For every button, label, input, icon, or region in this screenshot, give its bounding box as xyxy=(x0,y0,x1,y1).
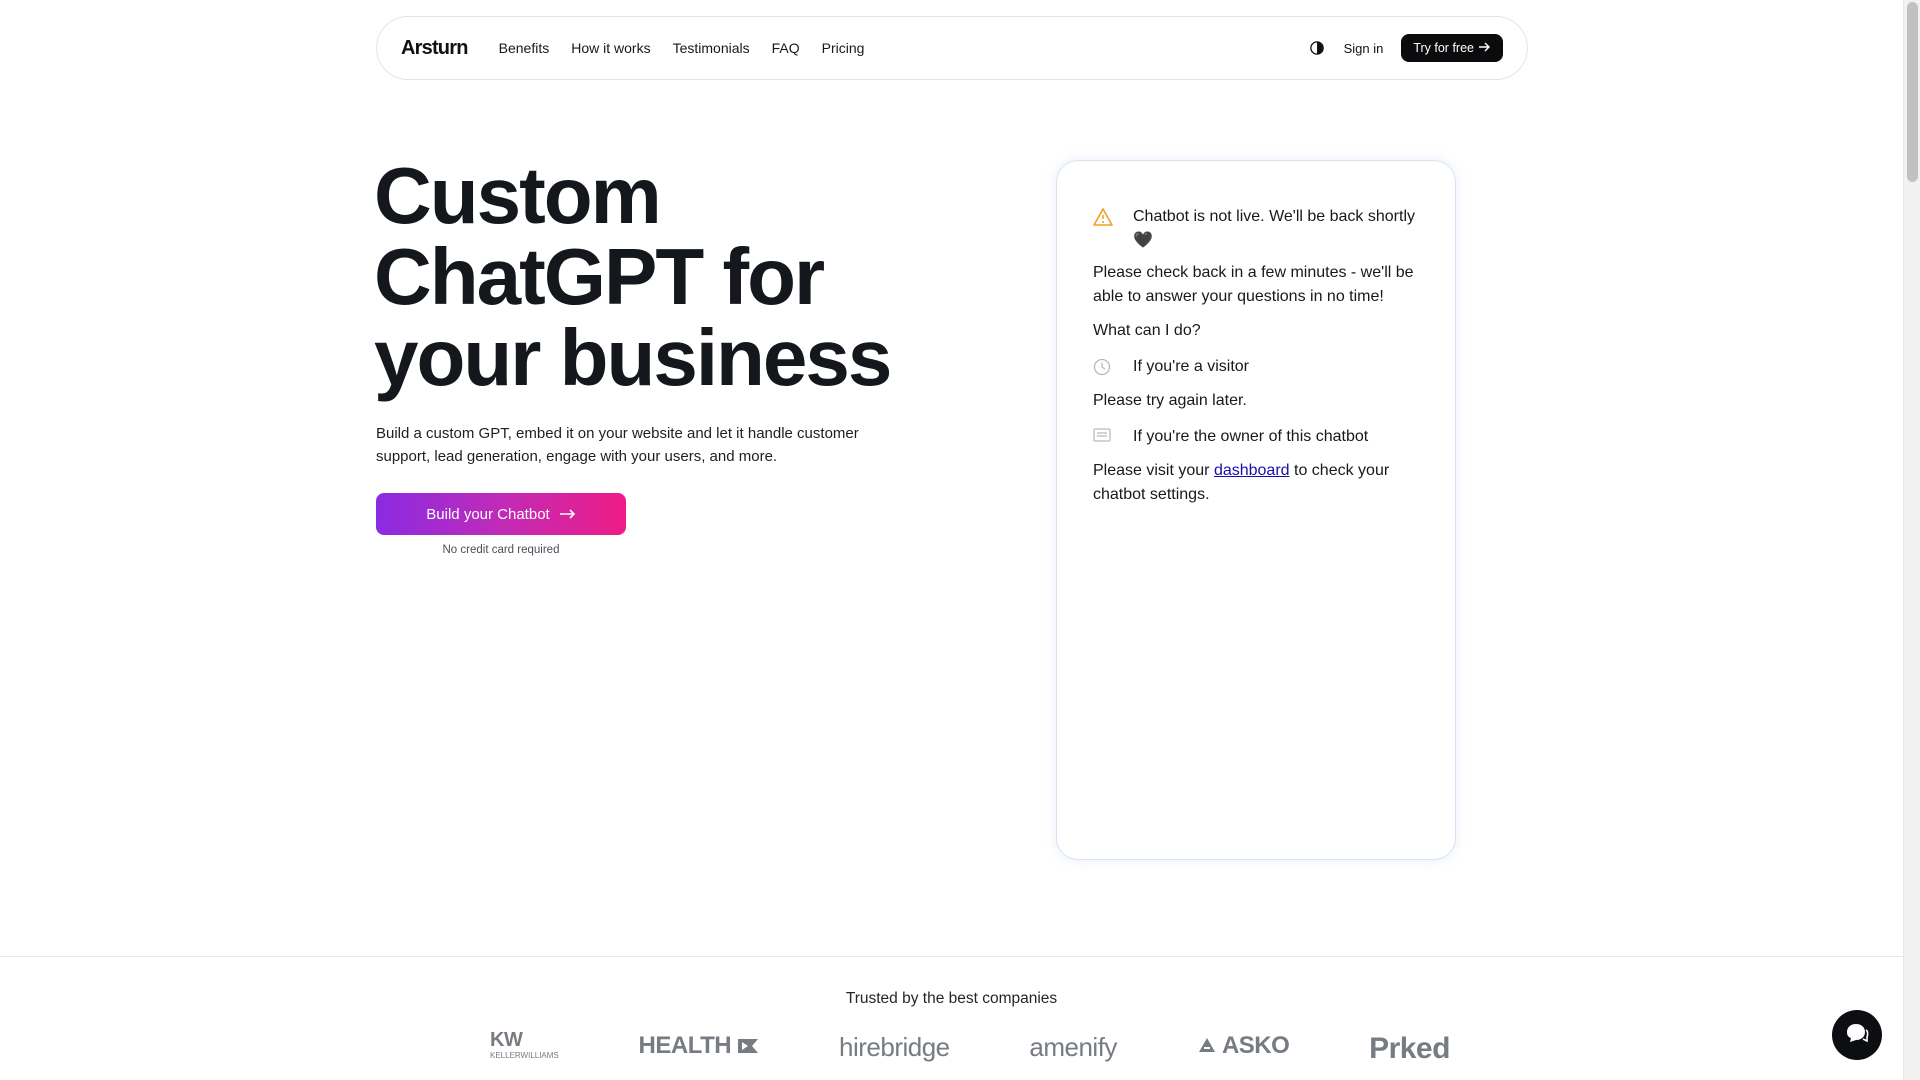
clock-icon xyxy=(1093,355,1123,376)
trusted-label: Trusted by the best companies xyxy=(845,990,1058,1007)
prked-logo: Prked xyxy=(1369,1032,1450,1065)
build-chatbot-button[interactable]: Build your Chatbot xyxy=(376,493,626,535)
chatbot-owner-heading: If you're the owner of this chatbot xyxy=(1133,428,1369,445)
nav-actions: Sign in Try for free xyxy=(1308,34,1503,62)
nav-link-how-it-works[interactable]: How it works xyxy=(560,40,661,56)
chatbot-warning-row: Chatbot is not live. We'll be back short… xyxy=(1093,205,1421,253)
chat-launcher-button[interactable] xyxy=(1832,1010,1882,1060)
chatbot-owner-text-before: Please visit your xyxy=(1093,462,1214,479)
chatbot-visitor-heading: If you're a visitor xyxy=(1133,358,1249,375)
health-logo: HEALTH xyxy=(639,1032,760,1060)
build-chatbot-label: Build your Chatbot xyxy=(426,505,550,523)
hero-title-line-3: your business xyxy=(374,313,892,402)
try-for-free-button[interactable]: Try for free xyxy=(1401,34,1503,62)
chatbot-owner-text: Please visit your dashboard to check you… xyxy=(1093,459,1421,507)
chatbot-widget: Chatbot is not live. We'll be back short… xyxy=(1056,160,1456,860)
sign-in-link[interactable]: Sign in xyxy=(1344,41,1384,56)
chatbot-warning-text: Chatbot is not live. We'll be back short… xyxy=(1133,208,1415,249)
try-for-free-label: Try for free xyxy=(1413,41,1474,55)
hero-title: Custom ChatGPT for your business xyxy=(374,155,974,398)
arrow-right-icon xyxy=(1479,41,1491,55)
nav-link-benefits[interactable]: Benefits xyxy=(488,40,561,56)
nav-link-faq[interactable]: FAQ xyxy=(761,40,811,56)
company-logos: KW KELLERWILLIAMS HEALTH hirebridge amen… xyxy=(490,1032,1450,1080)
nav-link-testimonials[interactable]: Testimonials xyxy=(662,40,761,56)
dashboard-link[interactable]: dashboard xyxy=(1214,462,1290,479)
chat-bubbles-icon xyxy=(1845,1022,1869,1049)
chatbot-what-can-i-do: What can I do? xyxy=(1093,322,1201,339)
scrollbar-thumb[interactable] xyxy=(1907,2,1918,182)
amenify-logo: amenify xyxy=(1029,1032,1117,1062)
half-moon-icon[interactable] xyxy=(1308,39,1326,57)
no-credit-card-note: No credit card required xyxy=(442,544,560,556)
hero-title-line-2: ChatGPT for xyxy=(374,232,825,321)
chatbot-visitor-text: Please try again later. xyxy=(1093,392,1247,409)
section-divider xyxy=(0,956,1903,957)
arsturn-logo[interactable]: Arsturn xyxy=(401,37,468,60)
chatbot-check-back-text: Please check back in a few minutes - we'… xyxy=(1093,264,1414,305)
page-scrollbar[interactable] xyxy=(1903,0,1920,1080)
nav-links: Benefits How it works Testimonials FAQ P… xyxy=(488,40,876,56)
top-nav: Arsturn Benefits How it works Testimonia… xyxy=(376,16,1528,80)
warning-icon xyxy=(1093,205,1123,226)
arrow-right-icon xyxy=(559,506,576,523)
chatbot-owner-row: If you're the owner of this chatbot xyxy=(1093,425,1421,449)
message-icon xyxy=(1093,425,1123,444)
hero-title-line-1: Custom xyxy=(374,151,662,240)
chatbot-visitor-row: If you're a visitor xyxy=(1093,355,1421,379)
hirebridge-logo: hirebridge xyxy=(839,1032,950,1062)
nav-link-pricing[interactable]: Pricing xyxy=(811,40,876,56)
asko-logo: ASKO xyxy=(1197,1032,1290,1060)
keller-williams-logo: KW KELLERWILLIAMS xyxy=(490,1032,559,1060)
hero-description: Build a custom GPT, embed it on your web… xyxy=(376,425,859,465)
